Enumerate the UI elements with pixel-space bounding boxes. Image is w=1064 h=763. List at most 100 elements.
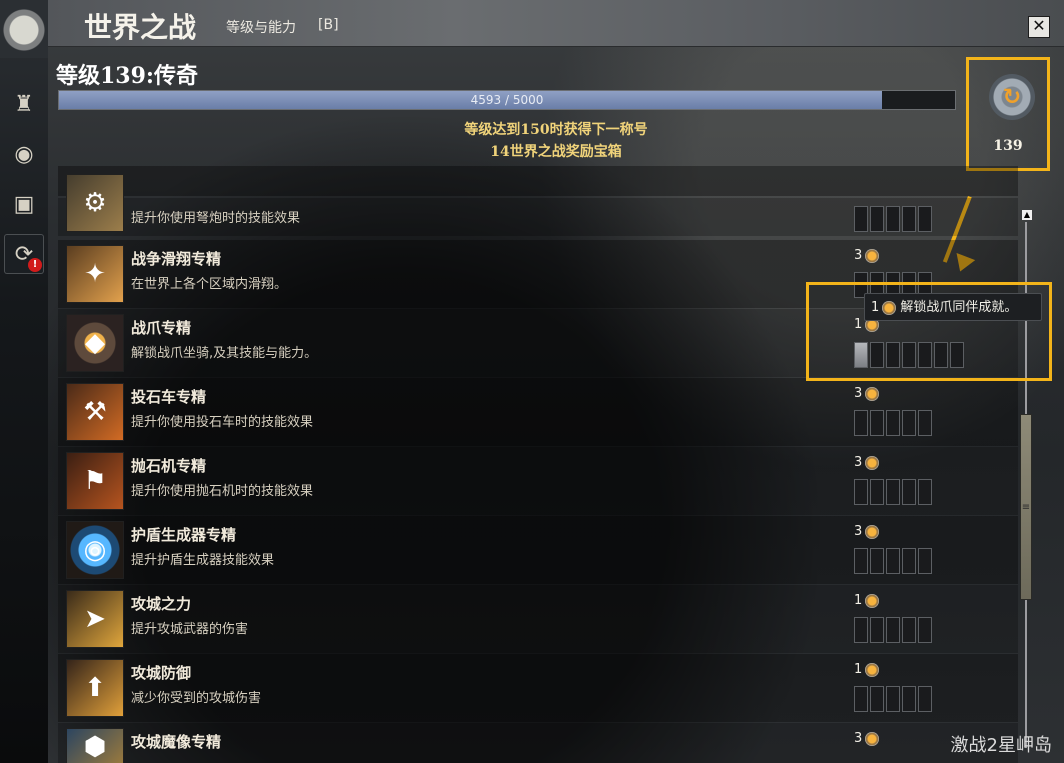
empty-slot: [902, 548, 916, 574]
ability-description: 提升你使用投石车时的技能效果: [131, 415, 314, 430]
close-button[interactable]: ✕: [1028, 16, 1050, 38]
ability-name: 攻城之力: [131, 595, 192, 613]
empty-slot: [918, 686, 932, 712]
reward-chest-text: 14世界之战奖励宝箱: [490, 144, 622, 160]
abilities-section-header: 能力: [58, 166, 1018, 196]
ability-name: 护盾生成器专精: [131, 526, 237, 544]
list-item[interactable]: ➤ 攻城之力 提升攻城武器的伤害 1: [58, 585, 1018, 653]
empty-slot: [854, 686, 868, 712]
empty-slot: [854, 617, 868, 643]
empty-slot: [918, 206, 932, 232]
warclaw-icon: ◆: [66, 314, 124, 372]
wvw-coin-icon: [865, 593, 880, 608]
empty-slot: [886, 686, 900, 712]
ability-cost: 3: [854, 524, 880, 539]
rail-top-ornament: [0, 0, 48, 58]
ability-slots: [854, 686, 932, 712]
ability-slots: [854, 548, 932, 574]
ability-cost: 1: [854, 662, 880, 677]
empty-slot: [870, 686, 884, 712]
ability-name: 抛石机专精: [131, 457, 207, 475]
empty-slot: [854, 410, 868, 436]
empty-slot: [918, 410, 932, 436]
ability-description: 解锁战爪坐骑,及其技能与能力。: [131, 346, 318, 361]
tooltip: 1 解锁战爪同伴成就。: [864, 293, 1042, 321]
list-item[interactable]: ⬢ 攻城魔像专精 3: [58, 723, 1018, 763]
shield-generator-icon: ◎: [66, 521, 124, 579]
empty-slot: [886, 548, 900, 574]
empty-slot: [870, 548, 884, 574]
ability-name: 投石车专精: [131, 388, 207, 406]
castle-icon[interactable]: ♜: [4, 84, 44, 124]
rank-icon: ↻: [989, 74, 1035, 120]
empty-slot: [918, 617, 932, 643]
ability-name: 攻城防御: [131, 664, 192, 682]
watermark: 激战2星岬岛: [950, 735, 1052, 756]
chest-icon[interactable]: ▣: [4, 184, 44, 224]
list-item[interactable]: ⚑ 抛石机专精 提升你使用抛石机时的技能效果 3: [58, 447, 1018, 515]
empty-slot: [902, 410, 916, 436]
ability-cost: 3: [854, 386, 880, 401]
empty-slot: [886, 410, 900, 436]
window-title: 世界之战: [84, 11, 197, 44]
experience-text: 4593 / 5000: [470, 93, 544, 107]
cost-value: 3: [854, 731, 863, 746]
list-item[interactable]: ◎ 护盾生成器专精 提升护盾生成器技能效果 3: [58, 516, 1018, 584]
ability-description: 在世界上各个区域内滑翔。: [131, 277, 288, 292]
titlebar: 世界之战 等级与能力 [B] ✕: [48, 0, 1064, 47]
empty-slot: [902, 479, 916, 505]
wvw-coin-icon: [865, 248, 880, 263]
scroll-thumb[interactable]: ≡: [1020, 414, 1032, 600]
wvw-coin-icon: [865, 731, 880, 746]
empty-slot: [870, 410, 884, 436]
ability-description: 提升护盾生成器技能效果: [131, 553, 275, 568]
world-vs-world-window: 世界之战 等级与能力 [B] ✕ 等级139:传奇 4593 / 5000 等级…: [48, 0, 1064, 763]
list-item[interactable]: ⚒ 投石车专精 提升你使用投石车时的技能效果 3: [58, 378, 1018, 446]
wvw-ability-icon[interactable]: ⟳ !: [4, 234, 44, 274]
ability-description: 提升你使用弩炮时的技能效果: [131, 211, 301, 226]
empty-slot: [886, 617, 900, 643]
empty-slot: [854, 479, 868, 505]
tooltip-cost: 1: [871, 300, 880, 315]
empty-slot: [902, 686, 916, 712]
wvw-coin-icon: [865, 524, 880, 539]
ability-cost: 3: [854, 455, 880, 470]
catapult-icon: ⚒: [66, 383, 124, 441]
next-title-text: 等级达到150时获得下一称号: [464, 122, 648, 138]
scroll-up-icon[interactable]: ▲: [1022, 210, 1032, 220]
empty-slot: [870, 617, 884, 643]
coin-icon[interactable]: ◉: [4, 134, 44, 174]
cost-value: 3: [854, 455, 863, 470]
window-subtitle: 等级与能力: [226, 20, 296, 36]
tooltip-text: 解锁战爪同伴成就。: [900, 300, 1018, 315]
empty-slot: [918, 479, 932, 505]
siege-might-icon: ➤: [66, 590, 124, 648]
list-item[interactable]: ⚙ 提升你使用弩炮时的技能效果: [58, 174, 1018, 236]
trebuchet-icon: ⚑: [66, 452, 124, 510]
empty-slot: [886, 479, 900, 505]
ability-description: 提升攻城武器的伤害: [131, 622, 249, 637]
siege-defense-icon: ⬆: [66, 659, 124, 717]
cost-value: 1: [854, 593, 863, 608]
empty-slot: [918, 548, 932, 574]
wvw-coin-icon: [865, 662, 880, 677]
cost-value: 3: [854, 386, 863, 401]
wvw-coin-icon: [882, 300, 897, 315]
ability-name: 战爪专精: [131, 319, 192, 337]
ability-name: 战争滑翔专精: [131, 250, 222, 268]
ability-slots: [854, 410, 932, 436]
alert-badge: !: [28, 258, 42, 272]
empty-slot: [854, 548, 868, 574]
experience-bar: 4593 / 5000: [58, 90, 956, 110]
ability-slots: [854, 479, 932, 505]
ability-cost: 3: [854, 248, 880, 263]
ballista-icon: ⚙: [66, 174, 124, 232]
empty-slot: [870, 206, 884, 232]
list-item[interactable]: ⬆ 攻城防御 减少你受到的攻城伤害 1: [58, 654, 1018, 722]
rank-number: 139: [993, 138, 1023, 154]
ability-slots: [854, 617, 932, 643]
siege-golem-icon: ⬢: [66, 728, 124, 763]
empty-slot: [902, 206, 916, 232]
cost-value: 3: [854, 248, 863, 263]
empty-slot: [902, 617, 916, 643]
